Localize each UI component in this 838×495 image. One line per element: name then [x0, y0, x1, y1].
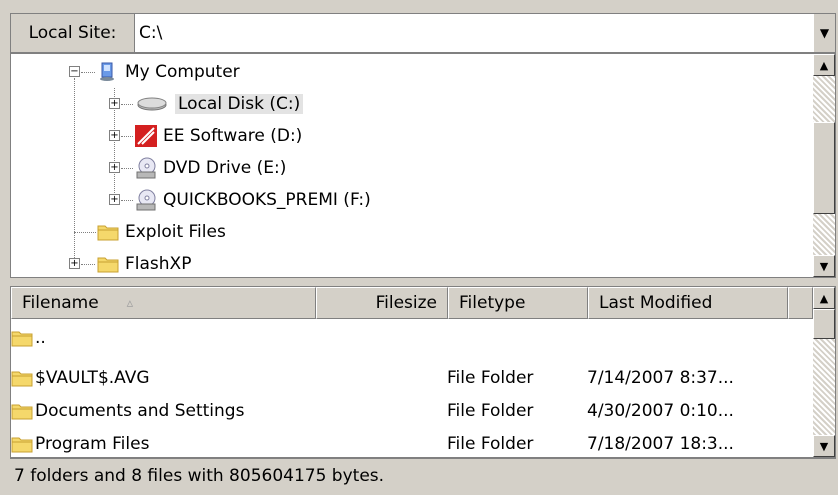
file-modified: 7/14/2007 8:37... — [587, 368, 734, 388]
scroll-down-button[interactable]: ▼ — [813, 255, 835, 277]
tree-line — [121, 168, 133, 169]
column-label: Filetype — [459, 293, 526, 313]
file-list-scrollbar[interactable]: ▲ ▼ — [813, 287, 835, 457]
arrow-up-icon: ▲ — [819, 58, 829, 72]
tree-item-flashxp[interactable]: FlashXP — [97, 250, 192, 277]
folder-tree[interactable]: − My Computer + Local Disk (C:) + EE Sof… — [10, 53, 836, 278]
local-site-path[interactable]: C:\ — [139, 14, 162, 52]
tree-item-dvd-drive[interactable]: DVD Drive (E:) — [135, 154, 286, 182]
table-row[interactable]: Program Files File Folder 7/18/2007 18:3… — [11, 428, 811, 457]
table-row[interactable]: .. — [11, 322, 811, 354]
arrow-up-icon: ▲ — [819, 291, 829, 305]
tree-item-my-computer[interactable]: My Computer — [97, 58, 240, 86]
column-label: Last Modified — [599, 293, 713, 313]
arrow-down-icon: ▼ — [819, 439, 829, 453]
tree-item-label: DVD Drive (E:) — [163, 158, 287, 178]
path-dropdown-button[interactable]: ▼ — [813, 14, 835, 52]
folder-icon — [11, 434, 33, 454]
folder-icon — [11, 401, 33, 421]
folder-icon — [11, 328, 33, 348]
folder-icon — [97, 254, 119, 274]
file-modified: 4/30/2007 0:10... — [587, 401, 734, 421]
folder-icon — [97, 222, 119, 242]
scroll-thumb[interactable] — [813, 309, 835, 339]
tree-item-label: My Computer — [125, 62, 240, 82]
tree-line — [74, 232, 96, 233]
status-text: 7 folders and 8 files with 805604175 byt… — [14, 465, 385, 486]
hard-disk-icon — [135, 94, 169, 114]
ee-drive-icon — [135, 125, 157, 147]
local-site-bar: Local Site: C:\ ▼ — [10, 13, 836, 53]
expand-toggle[interactable]: + — [109, 162, 120, 173]
tree-item-ee-software[interactable]: EE Software (D:) — [135, 122, 302, 150]
tree-line — [74, 78, 75, 268]
expand-toggle[interactable]: + — [109, 194, 120, 205]
scroll-thumb[interactable] — [813, 122, 835, 214]
status-bar: 7 folders and 8 files with 805604175 byt… — [10, 458, 836, 492]
chevron-down-icon: ▼ — [819, 26, 830, 40]
dvd-drive-icon — [135, 157, 157, 179]
tree-item-label: Exploit Files — [125, 222, 226, 242]
scroll-down-button[interactable]: ▼ — [813, 435, 835, 457]
file-name: $VAULT$.AVG — [35, 368, 150, 388]
column-filler — [788, 287, 813, 319]
tree-line — [121, 136, 133, 137]
expand-toggle[interactable]: + — [109, 130, 120, 141]
sort-ascending-icon: ▵ — [126, 295, 134, 311]
column-label: Filename — [22, 293, 99, 313]
panel-splitter[interactable] — [10, 278, 836, 286]
tree-item-label: FlashXP — [125, 254, 192, 274]
collapse-toggle[interactable]: − — [69, 66, 80, 77]
file-name: .. — [35, 328, 46, 348]
tree-item-label: QUICKBOOKS_PREMI (F:) — [163, 190, 371, 210]
cd-drive-icon — [135, 189, 157, 211]
local-site-label: Local Site: — [11, 14, 135, 52]
tree-item-label: Local Disk (C:) — [175, 94, 304, 114]
arrow-down-icon: ▼ — [819, 259, 829, 273]
tree-line — [81, 72, 95, 73]
file-list[interactable]: Filename ▵ Filesize Filetype Last Modifi… — [10, 286, 836, 458]
table-row[interactable]: Documents and Settings File Folder 4/30/… — [11, 395, 811, 427]
file-list-header: Filename ▵ Filesize Filetype Last Modifi… — [11, 287, 813, 319]
column-filetype[interactable]: Filetype — [448, 287, 588, 319]
computer-icon — [97, 62, 119, 82]
tree-line — [121, 200, 133, 201]
folder-icon — [11, 368, 33, 388]
column-label: Filesize — [375, 293, 437, 313]
tree-item-exploit-files[interactable]: Exploit Files — [97, 218, 226, 246]
expand-toggle[interactable]: + — [69, 258, 80, 269]
column-filesize[interactable]: Filesize — [316, 287, 448, 319]
scroll-up-button[interactable]: ▲ — [813, 54, 835, 76]
column-last-modified[interactable]: Last Modified — [588, 287, 788, 319]
file-type: File Folder — [447, 434, 534, 454]
file-name: Program Files — [35, 434, 150, 454]
table-row[interactable]: $VAULT$.AVG File Folder 7/14/2007 8:37..… — [11, 362, 811, 394]
tree-line — [121, 104, 133, 105]
file-type: File Folder — [447, 368, 534, 388]
file-name: Documents and Settings — [35, 401, 245, 421]
tree-item-quickbooks[interactable]: QUICKBOOKS_PREMI (F:) — [135, 186, 371, 214]
tree-scrollbar[interactable]: ▲ ▼ — [813, 54, 835, 277]
tree-item-label: EE Software (D:) — [163, 126, 303, 146]
scroll-up-button[interactable]: ▲ — [813, 287, 835, 309]
column-filename[interactable]: Filename ▵ — [11, 287, 316, 319]
file-type: File Folder — [447, 401, 534, 421]
tree-item-local-disk[interactable]: Local Disk (C:) — [135, 90, 304, 118]
expand-toggle[interactable]: + — [109, 98, 120, 109]
tree-line — [81, 264, 95, 265]
file-modified: 7/18/2007 18:3... — [587, 434, 734, 454]
